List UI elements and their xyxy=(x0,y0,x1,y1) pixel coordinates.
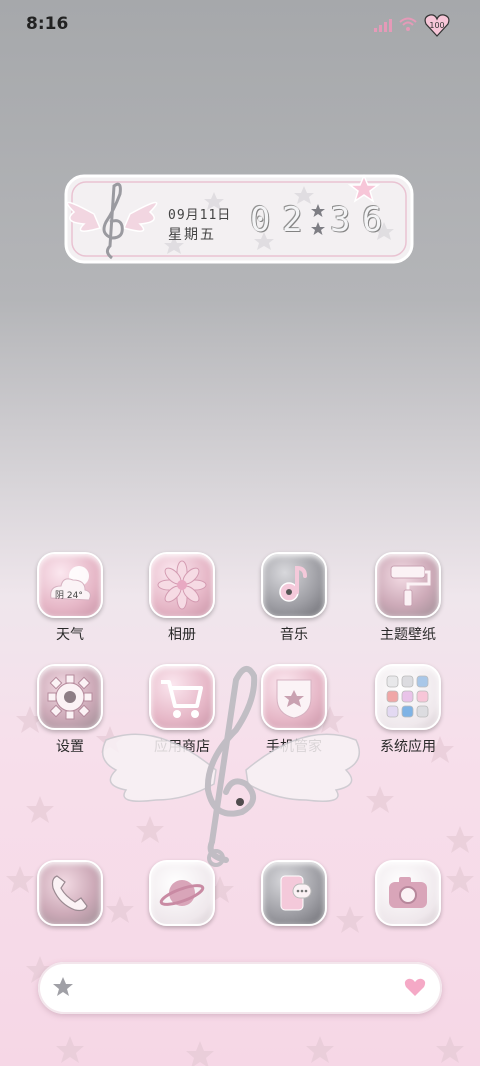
dock-phone[interactable] xyxy=(20,860,120,926)
app-label: 相册 xyxy=(168,627,196,643)
app-label: 手机管家 xyxy=(266,739,322,755)
paint-roller-icon[interactable] xyxy=(375,552,441,618)
app-label: 应用商店 xyxy=(154,739,210,755)
phone-icon[interactable] xyxy=(37,860,103,926)
planet-icon[interactable] xyxy=(149,860,215,926)
shopping-cart-icon[interactable] xyxy=(149,664,215,730)
flower-icon[interactable] xyxy=(149,552,215,618)
clock-minute-ones: 6 xyxy=(362,200,383,240)
star-icon xyxy=(53,977,73,996)
app-label: 天气 xyxy=(56,627,84,643)
app-gallery[interactable]: 相册 xyxy=(132,552,232,644)
status-bar: 8:16 100 xyxy=(0,0,480,50)
message-icon[interactable] xyxy=(261,860,327,926)
app-label: 设置 xyxy=(56,739,84,755)
widget-weekday: 星期五 xyxy=(168,227,216,243)
app-store[interactable]: 应用商店 xyxy=(132,664,232,756)
widget-date: 09月11日 xyxy=(168,208,232,223)
app-settings[interactable]: 设置 xyxy=(20,664,120,756)
clock-minute-tens: 3 xyxy=(330,200,351,240)
app-label: 主题壁纸 xyxy=(380,627,436,643)
heart-battery-icon: 100 xyxy=(424,14,450,37)
clock-hour-tens: 0 xyxy=(250,200,271,240)
app-themes[interactable]: 主题壁纸 xyxy=(358,552,458,644)
signal-icon xyxy=(374,19,392,32)
app-label: 系统应用 xyxy=(380,739,436,755)
clock-hour-ones: 2 xyxy=(282,200,303,240)
dock-camera[interactable] xyxy=(358,860,458,926)
dock-messages[interactable] xyxy=(244,860,344,926)
app-label: 音乐 xyxy=(280,627,308,643)
search-bar[interactable] xyxy=(38,962,442,1014)
app-music[interactable]: 音乐 xyxy=(244,552,344,644)
status-time: 8:16 xyxy=(26,14,69,34)
dock-browser[interactable] xyxy=(132,860,232,926)
wifi-icon xyxy=(399,17,417,31)
app-system-folder[interactable]: 系统应用 xyxy=(358,664,458,756)
camera-icon[interactable] xyxy=(375,860,441,926)
app-weather[interactable]: 阴 24° 天气 xyxy=(20,552,120,644)
gear-icon[interactable] xyxy=(37,664,103,730)
music-note-icon[interactable] xyxy=(261,552,327,618)
shield-star-icon[interactable] xyxy=(261,664,327,730)
weather-icon[interactable]: 阴 24° xyxy=(37,552,103,618)
weather-badge: 阴 24° xyxy=(55,591,83,601)
app-folder-icon[interactable] xyxy=(375,664,441,730)
app-phone-manager[interactable]: 手机管家 xyxy=(244,664,344,756)
heart-icon xyxy=(404,978,426,996)
battery-level: 100 xyxy=(429,21,444,30)
